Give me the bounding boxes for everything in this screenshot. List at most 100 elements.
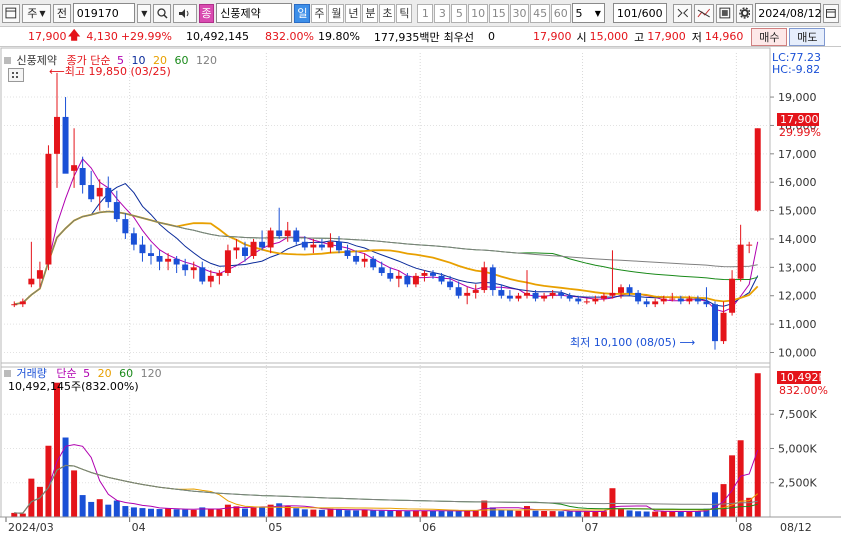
volume-bar — [88, 501, 95, 517]
stock-name-field[interactable]: 신풍제약 — [216, 3, 293, 23]
page-counter[interactable]: 101/600 — [612, 3, 667, 23]
tab-second[interactable]: 초 — [379, 3, 396, 23]
chart-settings-icon[interactable] — [2, 3, 20, 23]
candle-body — [686, 298, 693, 302]
volume-bar — [694, 511, 701, 517]
volume-bar — [558, 511, 565, 517]
prev-button[interactable]: 전 — [53, 3, 71, 23]
tab-minute[interactable]: 분 — [362, 3, 379, 23]
candle-body — [199, 267, 206, 282]
hc-value: HC:-9.82 — [772, 63, 821, 76]
buy-button[interactable]: 매수 — [751, 27, 788, 46]
candle-body — [549, 292, 556, 296]
open-label: 시 — [576, 30, 587, 44]
candle-body — [387, 273, 394, 279]
stock-code-input[interactable]: 019170 — [72, 3, 136, 23]
volume-bar — [412, 510, 419, 517]
volume-bar — [156, 509, 163, 517]
interval-60[interactable]: 60 — [550, 3, 571, 23]
volume-bar — [720, 484, 727, 517]
tab-weekly[interactable]: 주 — [311, 3, 328, 23]
chart-menu-icon[interactable] — [8, 68, 24, 82]
volume-bar — [609, 488, 616, 517]
candle-body — [703, 301, 710, 305]
candle-body — [122, 219, 129, 234]
tab-monthly[interactable]: 월 — [328, 3, 345, 23]
price-tick-label: 10,000 — [778, 346, 817, 359]
x-tick-label: 07 — [585, 521, 599, 534]
candle-body — [455, 287, 462, 296]
date-field[interactable]: 2024/08/12 — [755, 3, 822, 23]
gear-icon[interactable] — [735, 3, 754, 23]
interval-5[interactable]: 5 — [451, 3, 468, 23]
high-annotation: ⟵최고 19,850 (03/25) — [49, 63, 171, 79]
vma120-label[interactable]: 120 — [141, 367, 162, 380]
ma60-label[interactable]: 60 — [174, 54, 188, 67]
period-count-input[interactable]: 5 ▼ — [571, 3, 605, 23]
low-annotation: 최저 10,100 (08/05) ⟶ — [570, 334, 695, 350]
candle-body — [190, 267, 197, 271]
candle-body — [592, 298, 599, 302]
volume-bar — [618, 508, 624, 517]
change-rate: +29.99% — [120, 30, 173, 43]
ma120-label[interactable]: 120 — [196, 54, 217, 67]
print-icon[interactable] — [715, 3, 734, 23]
candle-body — [421, 273, 428, 276]
volume-bar — [686, 511, 693, 517]
volume-bar — [455, 511, 462, 517]
interval-15[interactable]: 15 — [488, 3, 509, 23]
code-dropdown-button[interactable]: ▼ — [137, 3, 152, 23]
last-volume-ratio-tag: 832.00% — [779, 384, 828, 397]
volume-tick-label: 7,500K — [778, 408, 817, 421]
tab-tick[interactable]: 틱 — [396, 3, 413, 23]
speaker-icon[interactable] — [173, 3, 197, 23]
search-icon[interactable] — [153, 3, 171, 23]
volume-bar — [79, 495, 86, 517]
candle-body — [618, 287, 624, 293]
candle-body — [737, 244, 744, 279]
market-type-select[interactable]: 주 ▼ — [21, 3, 52, 23]
interval-3[interactable]: 3 — [434, 3, 451, 23]
candle-body — [412, 275, 419, 285]
candle-body — [250, 241, 257, 256]
crosshair-icon[interactable] — [672, 3, 693, 23]
candle-body — [430, 273, 436, 276]
interval-30[interactable]: 30 — [509, 3, 530, 23]
candle-body — [404, 275, 411, 285]
candle-body — [729, 278, 736, 313]
price-tick-label: 13,000 — [778, 261, 817, 274]
candle-body — [28, 278, 35, 285]
panel-toggle-icon[interactable] — [4, 57, 11, 64]
candle-body — [301, 241, 308, 248]
volume-bar — [139, 508, 146, 517]
tab-daily[interactable]: 일 — [294, 3, 311, 23]
interval-45[interactable]: 45 — [530, 3, 550, 23]
calendar-icon[interactable] — [823, 3, 839, 23]
candle-body — [643, 301, 650, 305]
volume-bar — [592, 511, 599, 517]
interval-10[interactable]: 10 — [468, 3, 488, 23]
volume-bar — [430, 510, 436, 517]
volume-bar — [130, 507, 137, 517]
market-type-label: 주 — [27, 7, 38, 20]
stock-chart[interactable]: 19,00018,00017,00016,00015,00014,00013,0… — [0, 47, 841, 541]
x-tick-label: 04 — [132, 521, 146, 534]
volume-bar — [447, 511, 454, 517]
compare-icon[interactable] — [694, 3, 714, 23]
best-bid-label: 최우선 — [443, 30, 475, 44]
current-price: 17,900 — [28, 30, 67, 43]
chevron-down-icon: ▼ — [594, 8, 601, 18]
sell-button[interactable]: 매도 — [789, 27, 826, 46]
price-tick-label: 16,000 — [778, 176, 817, 189]
candle-body — [378, 267, 385, 274]
price-tick-label: 12,000 — [778, 290, 817, 303]
candle-body — [130, 233, 137, 245]
volume-bar — [404, 511, 411, 517]
tab-yearly[interactable]: 년 — [345, 3, 362, 23]
page-total: /600 — [637, 6, 663, 20]
panel-toggle-icon[interactable] — [4, 370, 11, 377]
chart-area[interactable]: 19,00018,00017,00016,00015,00014,00013,0… — [0, 47, 841, 541]
interval-1[interactable]: 1 — [417, 3, 434, 23]
volume-bar — [310, 509, 317, 517]
stock-type-badge: 종 — [198, 3, 215, 23]
